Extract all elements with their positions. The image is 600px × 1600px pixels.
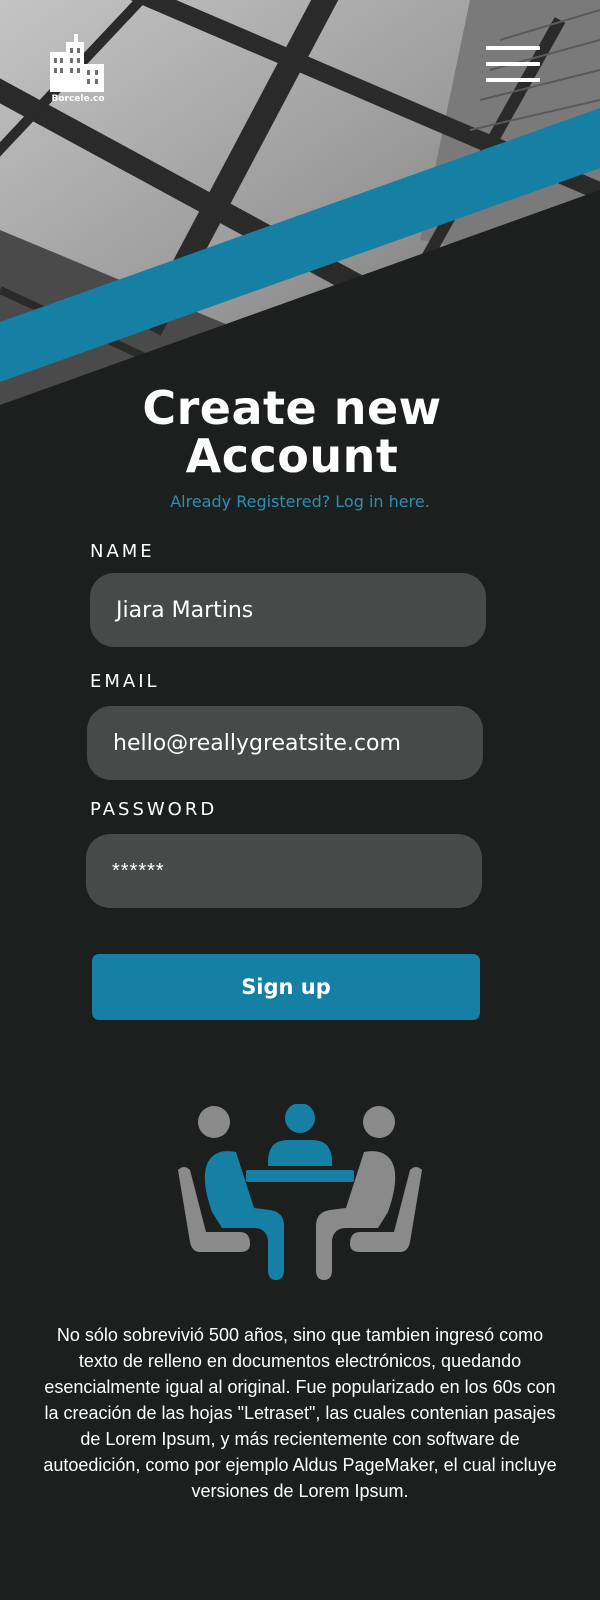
brand-name: Borcele.co	[51, 94, 105, 104]
password-field[interactable]: ******	[86, 834, 482, 908]
name-label: NAME	[90, 541, 155, 562]
name-field[interactable]: Jiara Martins	[90, 573, 486, 647]
title-line-1: Create new	[142, 381, 442, 435]
meeting-icon	[178, 1104, 422, 1280]
title-line-2: Account	[185, 429, 399, 483]
signup-button[interactable]: Sign up	[92, 954, 480, 1020]
hero-banner: Borcele.co	[0, 0, 600, 410]
menu-bar	[486, 46, 540, 50]
menu-bar	[486, 78, 540, 82]
email-label: EMAIL	[90, 671, 160, 692]
brand-logo[interactable]: Borcele.co	[50, 34, 110, 108]
description-text: No sólo sobrevivió 500 años, sino que ta…	[43, 1325, 557, 1501]
login-link[interactable]: Already Registered? Log in here.	[0, 492, 600, 511]
password-label: PASSWORD	[90, 799, 218, 820]
page-title: Create new Account	[0, 384, 584, 480]
hamburger-menu-icon[interactable]	[486, 44, 542, 86]
menu-bar	[486, 62, 540, 66]
email-field[interactable]: hello@reallygreatsite.com	[87, 706, 483, 780]
building-icon	[50, 34, 104, 92]
